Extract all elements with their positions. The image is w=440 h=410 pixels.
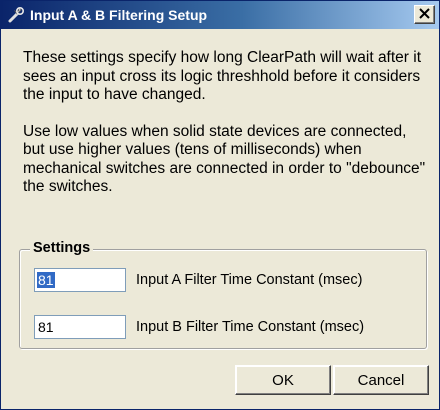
title-bar[interactable]: Input A & B Filtering Setup bbox=[1, 1, 439, 29]
description: These settings specify how long ClearPat… bbox=[23, 49, 429, 197]
window-title: Input A & B Filtering Setup bbox=[30, 7, 208, 23]
wrench-icon bbox=[6, 5, 26, 25]
close-button[interactable] bbox=[414, 5, 435, 24]
dialog-window: Input A & B Filtering Setup These settin… bbox=[0, 0, 440, 410]
input-a-filter-label: Input A Filter Time Constant (msec) bbox=[136, 272, 363, 288]
input-a-wrapper: 81 bbox=[34, 268, 126, 292]
settings-legend: Settings bbox=[30, 240, 94, 256]
input-b-filter-label: Input B Filter Time Constant (msec) bbox=[136, 319, 365, 335]
settings-group: Settings 81 Input A Filter Time Constant… bbox=[19, 240, 427, 349]
input-b-filter-field[interactable] bbox=[34, 315, 126, 339]
input-a-row: 81 Input A Filter Time Constant (msec) bbox=[34, 268, 362, 292]
input-b-row: Input B Filter Time Constant (msec) bbox=[34, 315, 364, 339]
cancel-button[interactable]: Cancel bbox=[333, 365, 429, 395]
input-a-filter-field[interactable] bbox=[34, 268, 126, 292]
close-icon bbox=[419, 6, 430, 24]
description-paragraph-2: Use low values when solid state devices … bbox=[23, 122, 426, 196]
ok-button[interactable]: OK bbox=[235, 365, 331, 395]
description-paragraph-1: These settings specify how long ClearPat… bbox=[23, 49, 422, 103]
